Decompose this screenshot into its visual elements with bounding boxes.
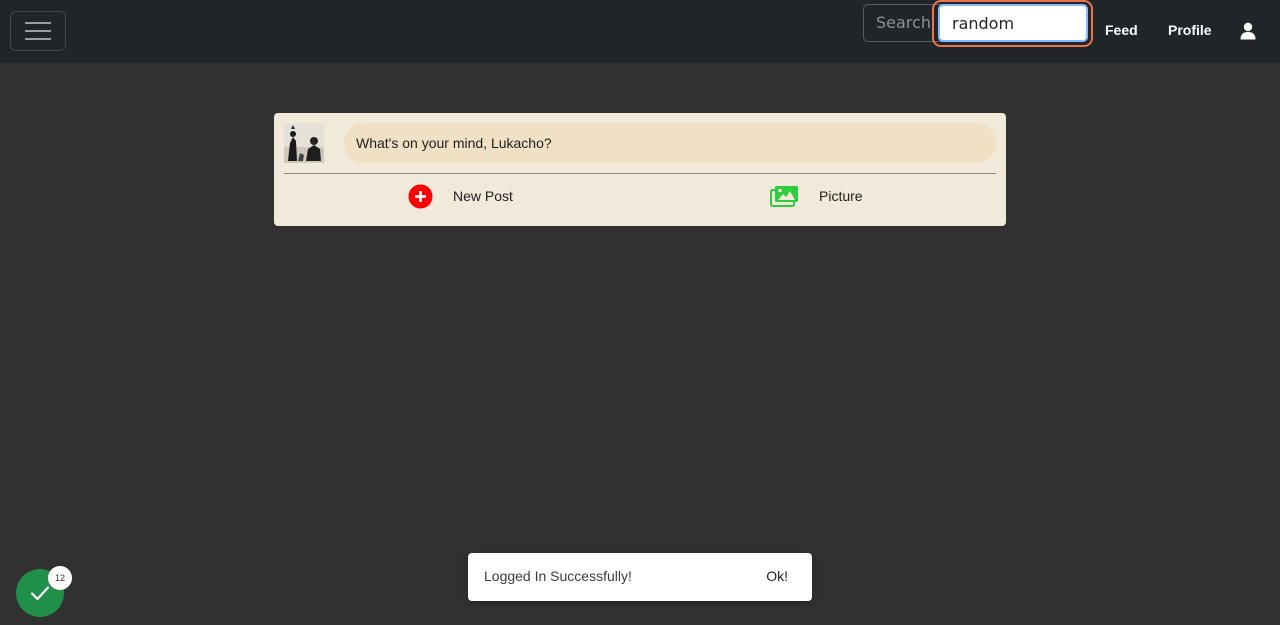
divider xyxy=(284,173,996,174)
post-composer-input[interactable]: What's on your mind, Lukacho? xyxy=(344,123,996,163)
check-icon xyxy=(30,586,50,601)
avatar[interactable] xyxy=(284,123,324,163)
post-composer-card: What's on your mind, Lukacho? New Post P… xyxy=(274,113,1006,226)
menu-toggle-button[interactable] xyxy=(10,11,66,51)
picture-label: Picture xyxy=(819,188,863,204)
hamburger-icon xyxy=(25,22,51,40)
status-count-badge: 12 xyxy=(48,566,72,590)
plus-circle-icon xyxy=(408,184,433,208)
top-navbar: Search Feed Profile xyxy=(0,0,1280,63)
new-post-label: New Post xyxy=(453,188,513,204)
nav-link-feed[interactable]: Feed xyxy=(1105,20,1138,40)
user-icon[interactable] xyxy=(1240,22,1256,40)
toast-message: Logged In Successfully! xyxy=(484,568,632,584)
toast-notification: Logged In Successfully! Ok! xyxy=(468,553,812,601)
images-icon xyxy=(770,186,798,207)
toast-ok-button[interactable]: Ok! xyxy=(766,568,788,584)
new-post-button[interactable]: New Post xyxy=(408,183,513,209)
picture-button[interactable]: Picture xyxy=(770,183,863,209)
search-input[interactable] xyxy=(938,4,1088,42)
avatar-image xyxy=(284,123,324,163)
nav-link-profile[interactable]: Profile xyxy=(1168,20,1212,40)
